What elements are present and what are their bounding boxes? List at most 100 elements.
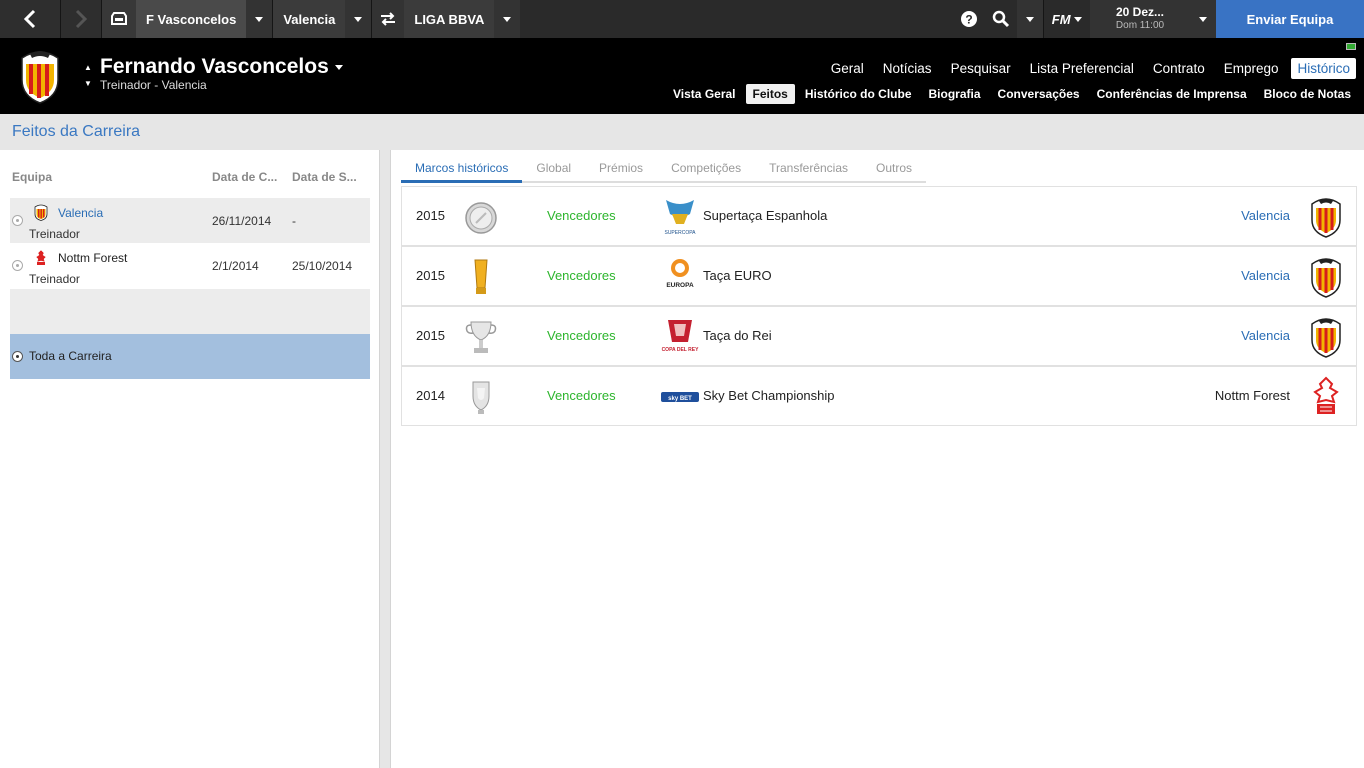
valencia-badge-icon [1311, 318, 1341, 358]
achievement-year: 2015 [416, 208, 445, 223]
profile-subtitle: Treinador - Valencia [100, 78, 207, 92]
tab-outros[interactable]: Outros [862, 159, 926, 181]
caret-down-icon [1026, 16, 1034, 22]
club-link[interactable]: Valencia [1241, 208, 1290, 223]
start-date: 26/11/2014 [212, 214, 272, 228]
competition-name[interactable]: Taça do Rei [703, 328, 772, 343]
caret-down-icon [255, 16, 264, 22]
team-name[interactable]: Nottm Forest [58, 251, 127, 265]
switch-button[interactable] [372, 0, 405, 38]
achievement-row[interactable]: 2015 Vencedores SUPERCOPA Supertaça Espa… [401, 186, 1357, 246]
competition-name[interactable]: Supertaça Espanhola [703, 208, 827, 223]
achievement-row[interactable]: 2014 Vencedores sky BET Sky Bet Champion… [401, 366, 1357, 426]
breadcrumb-dropdown[interactable] [345, 0, 372, 38]
tab-transferencias[interactable]: Transferências [755, 159, 862, 181]
help-button[interactable]: ? [953, 0, 985, 38]
breadcrumb-club[interactable]: Valencia [273, 0, 346, 38]
europa-trophy-icon [474, 259, 488, 294]
achievement-row[interactable]: 2015 Vencedores COPA DEL REY Taça do Rei… [401, 306, 1357, 366]
subnav-conferencias[interactable]: Conferências de Imprensa [1090, 84, 1254, 104]
subnav-feitos[interactable]: Feitos [745, 84, 795, 104]
nav-noticias[interactable]: Notícias [877, 58, 938, 79]
breadcrumb-league[interactable]: LIGA BBVA [404, 0, 495, 38]
date-display[interactable]: 20 Dez... Dom 11:00 [1090, 0, 1190, 38]
career-row-whole[interactable]: Toda a Carreira [10, 334, 370, 379]
caret-down-icon [354, 16, 363, 22]
achievement-tabs: Marcos históricos Global Prémios Competi… [401, 159, 927, 183]
column-header-team[interactable]: Equipa [12, 170, 52, 184]
forward-button[interactable] [61, 0, 101, 38]
end-date: 25/10/2014 [292, 259, 353, 273]
profile-name[interactable]: Fernando Vasconcelos [100, 55, 343, 79]
caret-down-icon [1074, 16, 1083, 22]
team-link[interactable]: Valencia [58, 206, 103, 220]
career-panel: Equipa Data de C... Data de S... Valenci… [0, 150, 380, 768]
profile-header: ▲ ▼ Fernando Vasconcelos Treinador - Vale… [0, 38, 1364, 114]
nottm-forest-badge-icon [1313, 376, 1339, 414]
supercopa-logo-icon: SUPERCOPA [664, 200, 696, 236]
breadcrumb-dropdown[interactable] [246, 0, 273, 38]
career-row[interactable]: Nottm Forest Treinador 2/1/2014 25/10/20… [10, 243, 370, 288]
achievement-row[interactable]: 2015 Vencedores EUROPA Taça EURO Valenci… [401, 246, 1357, 306]
achievement-result: Vencedores [547, 268, 616, 283]
competition-name[interactable]: Taça EURO [703, 268, 772, 283]
tab-global[interactable]: Global [522, 159, 585, 181]
subnav-biografia[interactable]: Biografia [922, 84, 988, 104]
search-button[interactable] [985, 0, 1017, 38]
club-link[interactable]: Valencia [1241, 328, 1290, 343]
nav-emprego[interactable]: Emprego [1218, 58, 1285, 79]
subnav-vista-geral[interactable]: Vista Geral [666, 84, 742, 104]
row-radio[interactable] [12, 351, 23, 362]
subnav-bloco-notas[interactable]: Bloco de Notas [1257, 84, 1358, 104]
column-header-start[interactable]: Data de C... [212, 170, 277, 184]
subnav-historico-clube[interactable]: Histórico do Clube [798, 84, 919, 104]
row-radio[interactable] [12, 215, 23, 226]
competition-name[interactable]: Sky Bet Championship [703, 388, 835, 403]
start-date: 2/1/2014 [212, 259, 259, 273]
valencia-badge-icon [21, 51, 59, 104]
achievement-year: 2014 [416, 388, 445, 403]
club-name[interactable]: Nottm Forest [1215, 388, 1290, 403]
caret-down-icon [334, 64, 343, 70]
supercopa-trophy-icon [465, 202, 497, 234]
europa-league-logo-icon: EUROPA [666, 259, 694, 289]
achievements-panel: Marcos históricos Global Prémios Competi… [390, 150, 1364, 768]
search-dropdown[interactable] [1017, 0, 1043, 38]
date-label: 20 Dez... [1115, 5, 1165, 19]
fm-menu-button[interactable]: FM [1044, 0, 1090, 38]
swap-arrows-icon [381, 12, 396, 26]
top-bar: F Vasconcelos Valencia LIGA BBVA ? FM 20… [0, 0, 1364, 38]
home-button[interactable] [102, 0, 136, 38]
tab-competicoes[interactable]: Competições [657, 159, 755, 181]
svg-text:sky BET: sky BET [668, 396, 692, 402]
breadcrumb-label: LIGA BBVA [414, 11, 485, 27]
nav-historico[interactable]: Histórico [1291, 58, 1356, 79]
sky-bet-logo-icon: sky BET [661, 392, 699, 402]
svg-text:COPA DEL REY: COPA DEL REY [662, 347, 700, 353]
profile-nav-arrows[interactable]: ▲ ▼ [84, 60, 92, 92]
nav-geral[interactable]: Geral [825, 58, 870, 79]
copa-del-rey-logo-icon: COPA DEL REY [662, 320, 700, 353]
svg-text:EUROPA: EUROPA [666, 282, 694, 289]
breadcrumb-manager[interactable]: F Vasconcelos [136, 0, 247, 38]
tab-premios[interactable]: Prémios [585, 159, 657, 181]
column-header-end[interactable]: Data de S... [292, 170, 357, 184]
championship-trophy-icon [472, 381, 490, 414]
achievement-result: Vencedores [547, 328, 616, 343]
valencia-badge-icon [34, 204, 48, 221]
subnav-conversacoes[interactable]: Conversações [991, 84, 1087, 104]
nav-pesquisar[interactable]: Pesquisar [945, 58, 1017, 79]
breadcrumb-dropdown[interactable] [494, 0, 521, 38]
svg-text:?: ? [965, 13, 972, 27]
club-link[interactable]: Valencia [1241, 268, 1290, 283]
nav-lista-preferencial[interactable]: Lista Preferencial [1024, 58, 1140, 79]
back-button[interactable] [0, 0, 60, 38]
date-dropdown[interactable] [1190, 0, 1216, 38]
tab-marcos-historicos[interactable]: Marcos históricos [401, 159, 523, 183]
career-row[interactable]: Valencia Treinador 26/11/2014 - [10, 198, 370, 243]
continue-button[interactable]: Enviar Equipa [1216, 0, 1364, 38]
achievement-year: 2015 [416, 328, 445, 343]
svg-text:SUPERCOPA: SUPERCOPA [664, 230, 696, 236]
nav-contrato[interactable]: Contrato [1147, 58, 1211, 79]
row-radio[interactable] [12, 260, 23, 271]
